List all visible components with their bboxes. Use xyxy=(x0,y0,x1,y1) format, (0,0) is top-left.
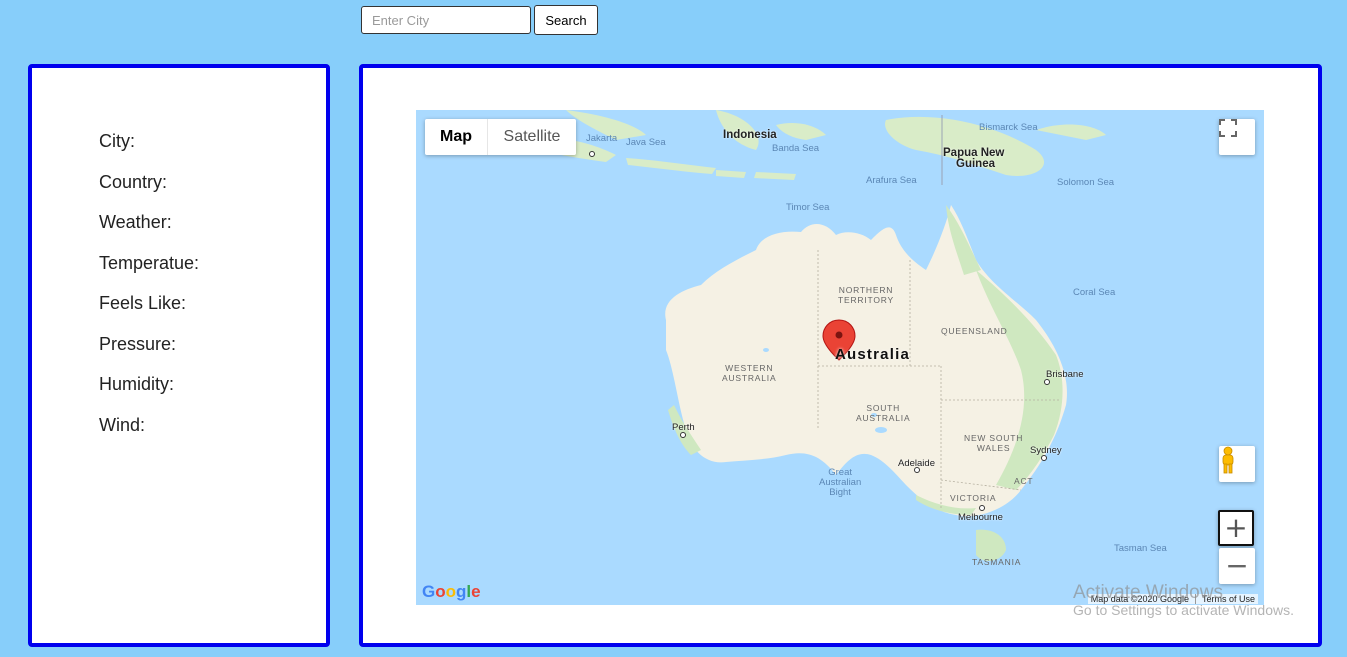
watermark-subtitle: Go to Settings to activate Windows. xyxy=(1073,602,1294,618)
map-label: Sydney xyxy=(1030,445,1062,456)
temperature-label: Temperatue: xyxy=(99,252,200,273)
pegman-icon xyxy=(1222,446,1234,474)
map-label: ACT xyxy=(1014,476,1034,486)
map-label: QUEENSLAND xyxy=(941,326,1008,336)
google-logo[interactable]: Google xyxy=(422,582,481,602)
map-label-line: NORTHERN xyxy=(838,285,894,295)
map-label: Melbourne xyxy=(958,512,1003,523)
map-label: Adelaide xyxy=(898,458,935,469)
map-label-line: WESTERN xyxy=(725,363,774,373)
search-bar: Search xyxy=(361,5,598,35)
map-label: Timor Sea xyxy=(786,202,830,213)
map-label-line: NEW SOUTH xyxy=(964,433,1024,443)
watermark-title: Activate Windows xyxy=(1073,582,1223,603)
map-type-map-button[interactable]: Map xyxy=(425,119,488,155)
humidity-label: Humidity: xyxy=(99,374,175,394)
map-label-line: WALES xyxy=(976,443,1011,453)
minus-icon: − xyxy=(1225,549,1249,582)
map-label: SOUTH AUSTRALIA xyxy=(856,403,910,423)
map-label: Perth xyxy=(672,422,695,433)
logo-letter: o xyxy=(445,582,457,601)
map-label: Australia xyxy=(835,346,910,363)
map-label: Guinea xyxy=(956,158,995,170)
logo-letter: g xyxy=(456,582,467,601)
feels-like-label: Feels Like: xyxy=(99,293,187,313)
google-map[interactable]: Jakarta Java Sea Indonesia Banda Sea Bis… xyxy=(416,110,1264,605)
map-label: Arafura Sea xyxy=(866,175,917,186)
logo-letter: o xyxy=(435,582,446,601)
weather-label: Weather: xyxy=(99,212,172,232)
map-label-line: SOUTH xyxy=(866,403,901,413)
map-label: Bismarck Sea xyxy=(979,122,1038,133)
fullscreen-icon xyxy=(1219,119,1237,137)
map-type-satellite-button[interactable]: Satellite xyxy=(488,119,576,155)
map-label-line: TERRITORY xyxy=(838,295,895,305)
zoom-in-button[interactable]: + xyxy=(1218,510,1254,546)
map-label: VICTORIA xyxy=(950,493,997,503)
map-label-line: AUSTRALIA xyxy=(722,373,777,383)
zoom-out-button[interactable]: − xyxy=(1219,548,1255,584)
weather-info-panel: City: Country: Weather: Temperatue: Feel… xyxy=(28,64,330,647)
fullscreen-button[interactable] xyxy=(1219,119,1255,155)
map-label: Jakarta xyxy=(586,133,618,144)
activate-windows-watermark: Activate Windows Go to Settings to activ… xyxy=(1073,582,1294,618)
plus-icon: + xyxy=(1224,511,1248,544)
map-label-line: Bight xyxy=(829,487,851,498)
map-label: WESTERN AUSTRALIA xyxy=(722,363,776,383)
map-label: NORTHERN TERRITORY xyxy=(838,285,894,305)
map-label: Coral Sea xyxy=(1073,287,1116,298)
map-label: Java Sea xyxy=(626,137,666,148)
street-view-pegman-button[interactable] xyxy=(1219,446,1255,482)
map-label: Banda Sea xyxy=(772,143,820,154)
map-label: Tasman Sea xyxy=(1114,543,1167,554)
weather-info-list: City: Country: Weather: Temperatue: Feel… xyxy=(99,130,199,454)
city-search-input[interactable] xyxy=(361,6,531,34)
map-label: Great Australian Bight xyxy=(819,468,861,498)
map-label: Indonesia xyxy=(723,129,777,141)
wind-label: Wind: xyxy=(99,414,146,435)
logo-letter: G xyxy=(422,582,436,601)
logo-letter: e xyxy=(471,582,481,601)
pressure-label: Pressure: xyxy=(99,333,177,354)
map-type-control: Map Satellite xyxy=(425,119,576,155)
city-label: City: xyxy=(99,131,135,151)
map-label-line: AUSTRALIA xyxy=(856,413,911,423)
map-label: Solomon Sea xyxy=(1057,177,1115,188)
map-label: Brisbane xyxy=(1046,369,1084,380)
search-button[interactable]: Search xyxy=(534,5,598,35)
map-label: NEW SOUTH WALES xyxy=(964,433,1023,453)
country-label: Country: xyxy=(99,171,168,192)
map-label: TASMANIA xyxy=(972,557,1022,567)
